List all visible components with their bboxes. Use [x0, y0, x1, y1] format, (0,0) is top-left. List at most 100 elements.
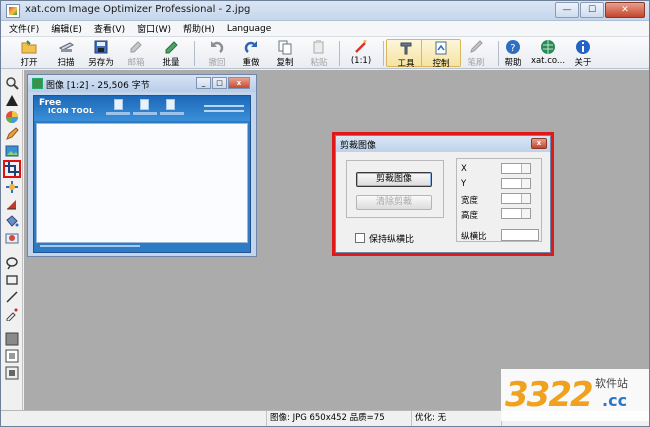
width-label: 宽度: [461, 196, 479, 206]
copy-icon: [278, 40, 292, 55]
status-optimize: 优化: 无: [411, 411, 501, 426]
watermark-number: 3322: [505, 375, 594, 415]
menu-file[interactable]: 文件(F): [9, 22, 39, 35]
info-icon: [576, 40, 590, 54]
keep-ratio-checkbox[interactable]: [355, 233, 365, 243]
bucket-icon[interactable]: [5, 214, 19, 228]
clear-crop-button[interactable]: 清除剪裁: [356, 195, 432, 210]
image-window-titlebar[interactable]: 图像 [1:2] - 25,506 字节 _ □ x: [28, 75, 256, 92]
banner-doc-icon: [166, 99, 175, 110]
menu-window[interactable]: 窗口(W): [137, 22, 171, 35]
scanner-icon: [59, 42, 74, 52]
image-content-area: [36, 123, 248, 243]
background-color-icon[interactable]: [5, 349, 19, 363]
watermark-logo: 3322 软件站 .cc: [501, 369, 649, 421]
control-button[interactable]: 控制: [421, 39, 461, 69]
brush-button[interactable]: 笔刷: [456, 39, 496, 68]
menu-language[interactable]: Language: [227, 24, 271, 34]
save-disk-icon: [94, 40, 108, 54]
sharpen-icon[interactable]: [5, 197, 19, 211]
menu-view[interactable]: 查看(V): [94, 22, 125, 35]
window-title: xat.com Image Optimizer Professional - 2…: [25, 4, 251, 15]
color-wheel-icon[interactable]: [5, 110, 19, 124]
swap-color-icon[interactable]: [5, 366, 19, 380]
line-icon[interactable]: [5, 290, 19, 304]
email-icon: [130, 41, 142, 53]
dropper-icon[interactable]: [5, 307, 19, 321]
tools-icon: [400, 42, 412, 55]
crop-dialog-close-button[interactable]: x: [531, 138, 547, 149]
image-window[interactable]: 图像 [1:2] - 25,506 字节 _ □ x Free ICON TOO…: [27, 74, 257, 257]
crop-actions-group: 剪裁图像 清除剪裁: [346, 160, 444, 218]
help-button[interactable]: ? 帮助: [493, 39, 533, 68]
watermark-site-name: 软件站: [595, 377, 628, 390]
brush-icon: [470, 40, 483, 53]
batch-button[interactable]: 批量: [151, 39, 191, 68]
maximize-button[interactable]: ☐: [580, 2, 604, 18]
open-folder-icon: [21, 40, 37, 54]
menu-edit[interactable]: 编辑(E): [51, 22, 82, 35]
paste-icon: [313, 40, 324, 54]
image-close-button[interactable]: x: [228, 77, 250, 89]
menu-bar: 文件(F) 编辑(E) 查看(V) 窗口(W) 帮助(H) Language: [1, 21, 649, 36]
status-image-info: 图像: JPG 650x452 品质=75: [266, 411, 406, 426]
toolbar-separator: [383, 41, 384, 66]
foreground-color-icon[interactable]: [5, 332, 19, 346]
image-header-banner: Free ICON TOOL: [34, 96, 250, 121]
pencil-icon[interactable]: [5, 127, 19, 141]
save-as-button[interactable]: 另存为: [81, 39, 121, 68]
resize-icon[interactable]: [5, 180, 19, 194]
crop-icon: [5, 162, 19, 176]
svg-text:?: ?: [510, 43, 515, 54]
about-button[interactable]: 关于: [563, 39, 603, 68]
banner-label: [106, 112, 130, 115]
toolbar-separator: [339, 41, 340, 66]
batch-icon: [165, 41, 178, 54]
banner-doc-icon: [140, 99, 149, 110]
redo-icon: [244, 41, 257, 53]
y-spinbox[interactable]: [501, 178, 531, 189]
menu-help[interactable]: 帮助(H): [183, 22, 215, 35]
stamp-icon[interactable]: [5, 231, 19, 245]
zoom-icon[interactable]: [5, 76, 19, 90]
minimize-button[interactable]: —: [555, 2, 579, 18]
website-button[interactable]: xat.co...: [528, 39, 568, 67]
image-minimize-button[interactable]: _: [196, 77, 211, 89]
height-spinbox[interactable]: [501, 208, 531, 219]
crop-dialog-titlebar[interactable]: 剪裁图像 x: [336, 136, 550, 152]
close-button[interactable]: ✕: [605, 2, 645, 18]
banner-label: [160, 112, 184, 115]
levels-icon[interactable]: [5, 93, 19, 107]
tool-strip: [2, 70, 23, 410]
image-maximize-button[interactable]: □: [212, 77, 227, 89]
logo-subtext: ICON TOOL: [48, 107, 94, 115]
crop-image-button[interactable]: 剪裁图像: [356, 172, 432, 187]
x-spinbox[interactable]: [501, 163, 531, 174]
magic-wand-icon: [355, 40, 367, 53]
toolbar-separator: [194, 41, 195, 66]
banner-label: [133, 112, 157, 115]
image-canvas[interactable]: Free ICON TOOL: [33, 95, 251, 253]
scan-button[interactable]: 扫描: [46, 39, 86, 68]
lasso-icon[interactable]: [5, 256, 19, 270]
open-button[interactable]: 打开: [9, 39, 49, 68]
banner-link: [204, 110, 244, 112]
email-button[interactable]: 邮箱: [116, 39, 156, 68]
image-doc-icon: [32, 78, 43, 89]
banner-link: [204, 105, 244, 107]
image-icon[interactable]: [5, 144, 19, 158]
aspect-ratio-label: 纵横比: [461, 232, 487, 242]
watermark-domain: .cc: [602, 391, 628, 410]
title-bar[interactable]: xat.com Image Optimizer Professional - 2…: [1, 1, 649, 21]
undo-icon: [211, 41, 224, 53]
tools-button[interactable]: 工具: [386, 39, 426, 69]
actual-size-button[interactable]: (1:1): [341, 39, 381, 67]
width-spinbox[interactable]: [501, 193, 531, 204]
rectangle-icon[interactable]: [5, 273, 19, 287]
aspect-ratio-field[interactable]: [501, 229, 539, 241]
paste-button[interactable]: 粘贴: [299, 39, 339, 68]
image-footer-text: [40, 245, 140, 247]
crop-tool[interactable]: [3, 160, 21, 178]
x-label: X: [461, 164, 467, 174]
app-icon: [6, 4, 20, 18]
